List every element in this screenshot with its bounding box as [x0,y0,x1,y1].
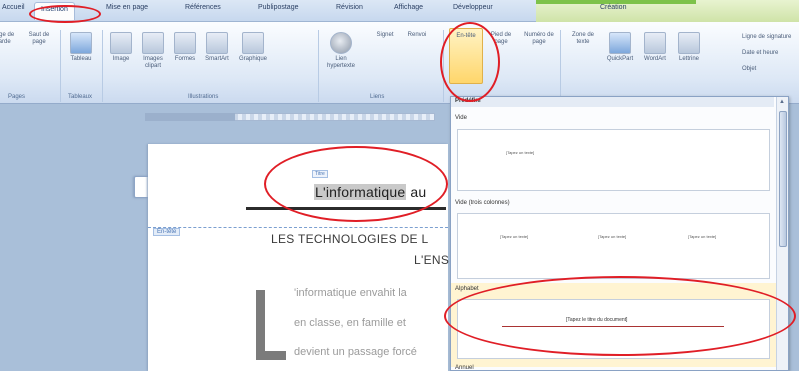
shapes-icon [174,32,196,54]
body-line-2: en classe, en famille et [294,317,406,329]
scroll-up-icon[interactable]: ▲ [779,99,785,105]
image-icon [110,32,132,54]
shapes-button[interactable]: Formes [168,32,202,63]
wordart-icon [644,32,666,54]
quickpart-icon [609,32,631,54]
gallery-item-label-alphabet: Alphabet [455,286,479,292]
tab-insertion[interactable]: Insertion [34,2,75,20]
ribbon: Page de garde Saut de page Tableau Image… [0,22,799,198]
body-line-3: devient un passage forcé [294,346,417,358]
object-button[interactable]: Objet [742,66,756,72]
ruler-margin [145,113,235,121]
clipart-icon [142,32,164,54]
gallery-section-header: Prédéfini [451,97,774,107]
title-content-control-tag[interactable]: Titre [312,170,328,178]
header-gallery-dropdown[interactable]: Prédéfini Vide [Tapez un texte] Vide (tr… [450,96,789,371]
page-number-button[interactable]: Numéro de page [522,32,692,198]
tab-creation[interactable]: Création [600,4,626,11]
tab-mise-en-page[interactable]: Mise en page [106,4,148,11]
group-label-pages: Pages [8,94,26,100]
group-label-tableaux: Tableaux [68,94,93,100]
body-line-1: 'informatique envahit la [294,287,407,299]
header-button[interactable]: En-tête [449,28,620,195]
page-break-button[interactable]: Saut de page [22,32,192,198]
clipart-button[interactable]: Images clipart [136,32,170,70]
gallery-item-alphabet[interactable]: [Tapez le titre du document] [457,299,770,359]
gallery-item-label-trois-colonnes: Vide (trois colonnes) [455,200,510,206]
dropcap-button[interactable]: Lettrine [672,32,706,63]
cross-reference-button[interactable]: Renvoi [400,32,570,198]
gallery-item-label-annuel: Annuel [455,365,474,371]
date-time-button[interactable]: Date et heure [742,50,778,56]
chart-button[interactable]: Graphique [236,32,270,63]
image-button[interactable]: Image [104,32,138,63]
title-underline [246,207,446,210]
alphabet-title-rule [502,326,724,327]
smartart-button[interactable]: SmartArt [200,32,234,63]
gallery-item-trois-colonnes[interactable]: [Tapez un texte] [Tapez un texte] [Tapez… [457,213,770,279]
title-rest-text: au [406,184,427,200]
signature-line-button[interactable]: Ligne de signature [742,34,791,40]
dropcap-icon [678,32,700,54]
footer-button[interactable]: Pied de page [484,32,654,198]
header-tag[interactable]: En-tête [153,228,181,236]
bookmark-button[interactable]: Signet [368,32,538,198]
tab-affichage[interactable]: Affichage [394,4,423,11]
group-label-liens: Liens [370,94,385,100]
dropcap-letter-l [256,290,286,360]
hyperlink-button[interactable]: Lien hypertexte [324,32,358,70]
tab-references[interactable]: Références [185,4,221,11]
header-line-2: L'ENS [414,253,450,267]
quickpart-button[interactable]: QuickPart [603,32,637,63]
gallery-item-label-vide: Vide [455,115,467,121]
table-button[interactable]: Tableau [64,32,98,63]
tab-revision[interactable]: Révision [336,4,363,11]
header-line-1: LES TECHNOLOGIES DE L [271,232,429,246]
chart-icon [242,32,264,54]
title-selected-text: L'informatique [314,184,407,200]
header-separator [148,227,448,228]
table-icon [70,32,92,54]
gallery-item-vide[interactable]: [Tapez un texte] [457,129,770,191]
globe-icon [330,32,352,54]
document-title[interactable]: L'informatique au [314,184,426,200]
ribbon-tab-bar: Accueil Insertion Mise en page Référence… [0,0,799,22]
tab-accueil[interactable]: Accueil [2,4,25,11]
gallery-scrollbar-thumb[interactable] [779,111,787,247]
group-label-illustrations: Illustrations [188,94,219,100]
text-box-button[interactable]: Zone de texte [566,32,736,198]
wordart-button[interactable]: WordArt [638,32,672,63]
gallery-scrollbar[interactable]: ▲ [776,97,788,370]
tab-publipostage[interactable]: Publipostage [258,4,298,11]
tab-developpeur[interactable]: Développeur [453,4,493,11]
document-page[interactable]: Titre L'informatique au En-tête LES TECH… [148,144,450,371]
smartart-icon [206,32,228,54]
cover-page-button[interactable]: Page de garde [0,32,156,198]
